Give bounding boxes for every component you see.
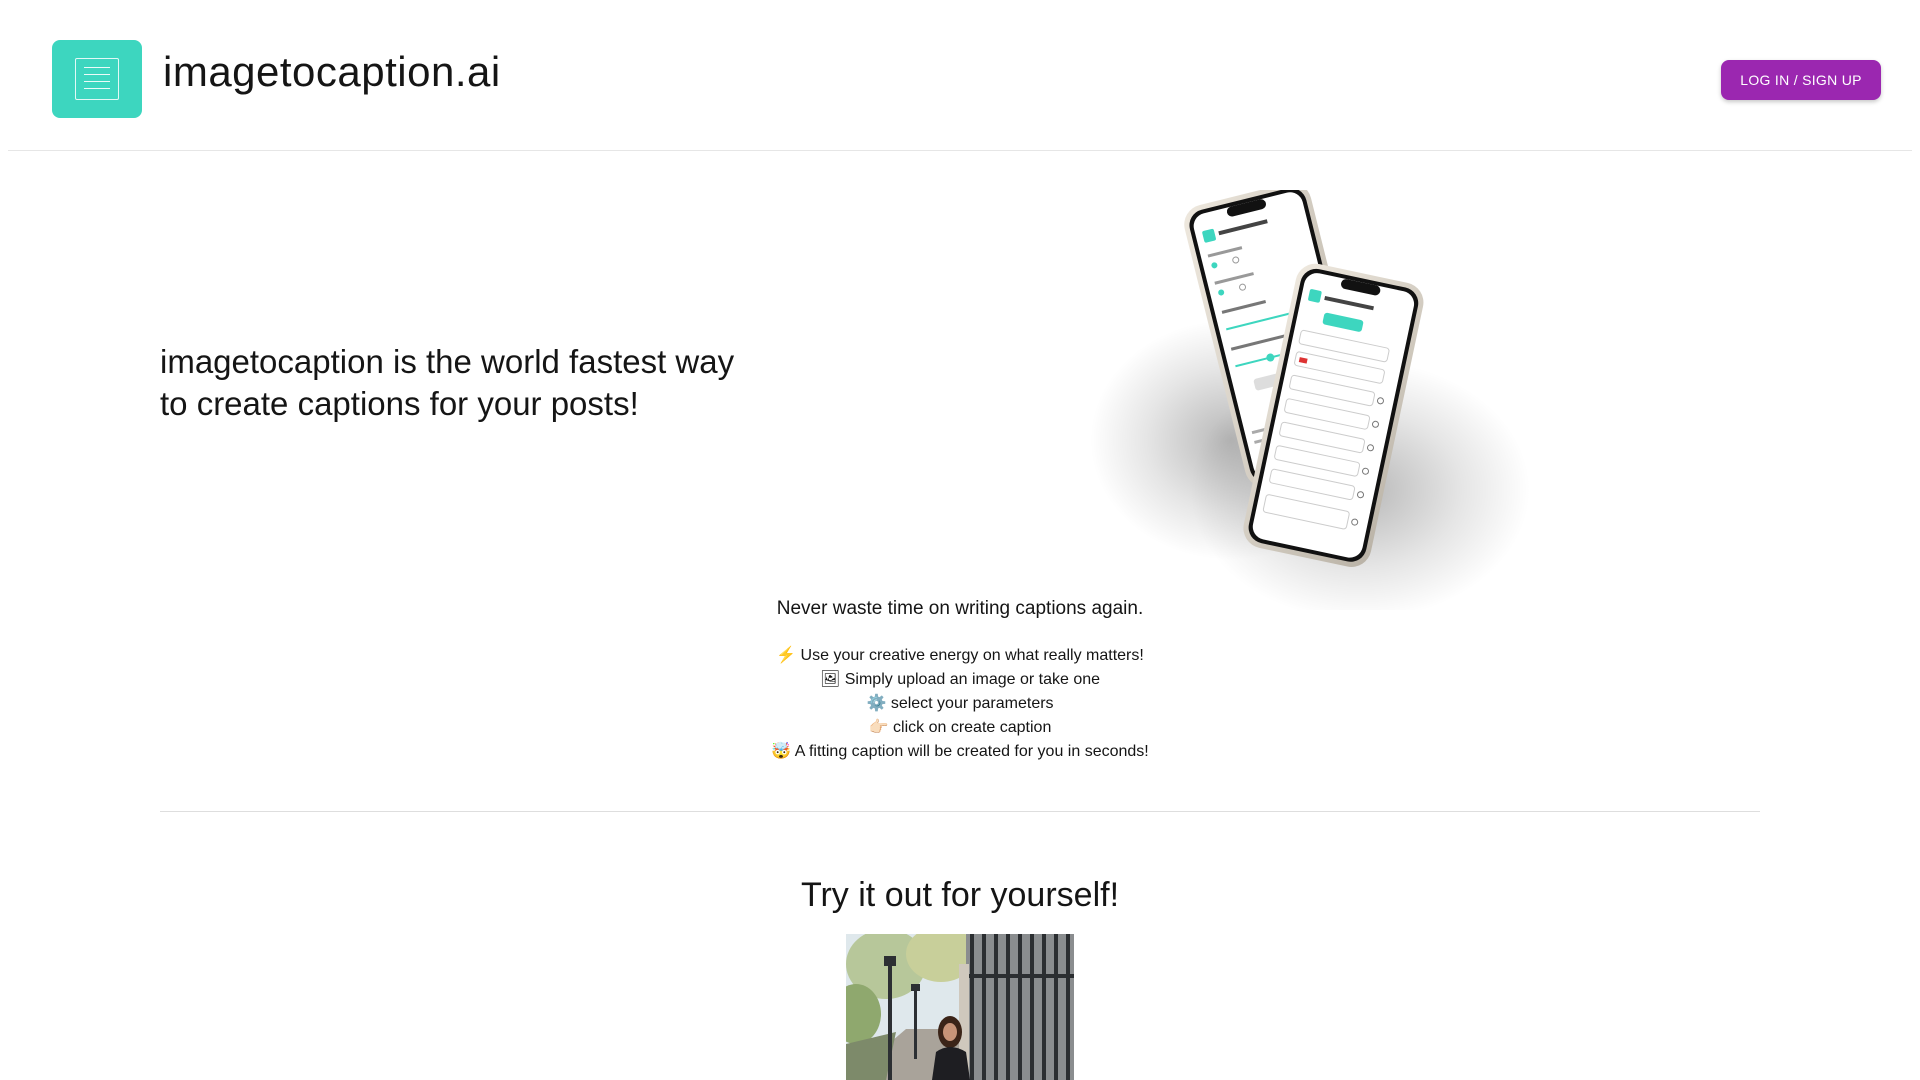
- step-item: 👉🏻 click on create caption: [868, 719, 1052, 736]
- phone-mockup-image: Caption:: [1060, 182, 1560, 620]
- brand-name[interactable]: imagetocaption.ai: [163, 48, 501, 96]
- site-header: imagetocaption.ai LOG IN / SIGN UP: [8, 0, 1912, 151]
- lightning-icon: ⚡: [776, 647, 797, 664]
- logo[interactable]: [52, 40, 142, 118]
- hero-headline: imagetocaption is the world fastest way …: [160, 341, 840, 425]
- gear-icon: ⚙️: [866, 695, 887, 712]
- tagline: Never waste time on writing captions aga…: [776, 598, 1144, 619]
- steps-list: ⚡ Use your creative energy on what reall…: [0, 644, 1920, 764]
- section-divider: [160, 811, 1760, 812]
- step-item: 🤯 A fitting caption will be created for …: [771, 743, 1149, 760]
- step-item: ⚡ Use your creative energy on what reall…: [776, 647, 1144, 664]
- try-section-title: Try it out for yourself!: [800, 876, 1120, 914]
- hero-headline-line-1: imagetocaption is the world fastest way: [160, 343, 735, 380]
- hero-headline-line-2: to create captions for your posts!: [160, 385, 639, 422]
- pointing-hand-icon: 👉🏻: [868, 719, 889, 736]
- step-item: ⚙️ select your parameters: [866, 695, 1054, 712]
- mind-blown-icon: 🤯: [771, 743, 792, 760]
- login-signup-button[interactable]: LOG IN / SIGN UP: [1721, 60, 1881, 100]
- sample-street-photo[interactable]: [846, 934, 1074, 1080]
- picture-icon: 🖼: [819, 671, 841, 688]
- page: imagetocaption.ai LOG IN / SIGN UP image…: [0, 0, 1920, 1080]
- step-item: 🖼 Simply upload an image or take one: [819, 671, 1101, 688]
- document-icon: [75, 58, 119, 100]
